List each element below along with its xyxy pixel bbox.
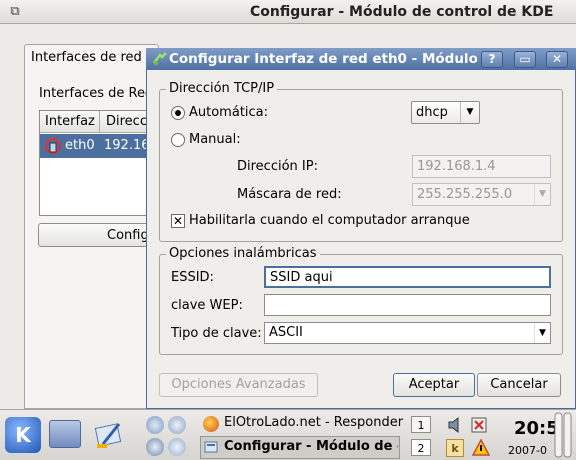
close-button[interactable]: ✕	[546, 51, 568, 68]
tab-label: Interfaces de red	[31, 50, 142, 65]
network-interface-icon	[45, 138, 61, 154]
ip-address-field[interactable]: 192.168.1.4	[412, 155, 551, 178]
maximize-button[interactable]: ▭	[514, 51, 536, 68]
chevron-down-icon[interactable]: ▼	[460, 102, 479, 123]
wep-key-label: clave WEP:	[171, 298, 243, 313]
row-interface-cell: eth0	[65, 138, 95, 153]
key-type-value: ASCII	[269, 325, 303, 340]
firefox-icon	[203, 416, 219, 432]
desktop-1-button[interactable]: 1	[411, 416, 431, 433]
configure-interface-button[interactable]: Configurar	[38, 223, 176, 247]
advanced-options-button[interactable]: Opciones Avanzadas	[159, 373, 318, 397]
task-label: Configurar - Módulo de c	[224, 439, 398, 454]
background-window-title: Configurar - Módulo de control de KDE	[250, 4, 554, 20]
cancel-button[interactable]: Cancelar	[477, 373, 561, 397]
browser-icon[interactable]	[146, 438, 164, 456]
interfaces-heading: Interfaces de Red	[39, 86, 154, 101]
control-center-task-icon	[204, 441, 218, 453]
task-label: ElOtroLado.net - Responder	[224, 415, 404, 430]
applet-icon[interactable]	[168, 438, 186, 456]
help-button[interactable]: ?	[481, 51, 503, 68]
chevron-down-icon[interactable]: ▼	[534, 323, 550, 343]
network-icon[interactable]	[168, 416, 186, 434]
enable-at-boot-label[interactable]: Habilitarla cuando el computador arranqu…	[189, 213, 470, 228]
applet-icon[interactable]	[146, 416, 164, 434]
tcpip-group-label: Dirección TCP/IP	[166, 81, 278, 96]
chevron-down-icon[interactable]: ▼	[534, 184, 550, 205]
volume-icon[interactable]	[446, 415, 464, 435]
netmask-select[interactable]: 255.255.255.0	[412, 183, 551, 206]
dialog-title: Configurar Interfaz de red eth0 - Módulo…	[169, 51, 477, 67]
row-address-cell: 192.16	[104, 138, 150, 153]
manual-label[interactable]: Manual:	[189, 132, 241, 147]
disconnected-icon[interactable]	[470, 415, 488, 435]
desktop-2-button[interactable]: 2	[411, 439, 431, 456]
essid-label: ESSID:	[171, 270, 214, 285]
klipper-icon[interactable]: k	[446, 439, 464, 457]
ip-address-label: Dirección IP:	[237, 159, 318, 174]
show-desktop-icon[interactable]	[49, 420, 81, 448]
accept-button[interactable]: Aceptar	[393, 373, 475, 397]
boot-protocol-value: dhcp	[416, 105, 448, 120]
manual-radio[interactable]	[171, 133, 185, 147]
window-menu-icon[interactable]: ⧉	[6, 3, 24, 21]
control-center-icon[interactable]	[93, 418, 127, 450]
k-menu-button[interactable]: K	[5, 417, 41, 453]
automatic-radio[interactable]	[171, 106, 185, 120]
enable-at-boot-checkbox[interactable]: ✕	[171, 214, 185, 228]
essid-field[interactable]: SSID aqui	[264, 266, 551, 288]
automatic-label[interactable]: Automática:	[189, 105, 268, 120]
warning-icon[interactable]	[472, 439, 490, 457]
date: 2007-0	[508, 444, 547, 457]
network-config-icon	[153, 52, 167, 65]
taskbar-scroll-handle[interactable]	[553, 412, 573, 458]
column-header-interface[interactable]: Interfaz	[40, 111, 100, 133]
netmask-label: Máscara de red:	[237, 187, 342, 202]
key-type-select[interactable]	[264, 322, 551, 344]
key-type-label: Tipo de clave:	[171, 326, 262, 341]
wireless-group-label: Opciones inalámbricas	[166, 246, 320, 261]
wep-key-field[interactable]	[264, 294, 551, 316]
